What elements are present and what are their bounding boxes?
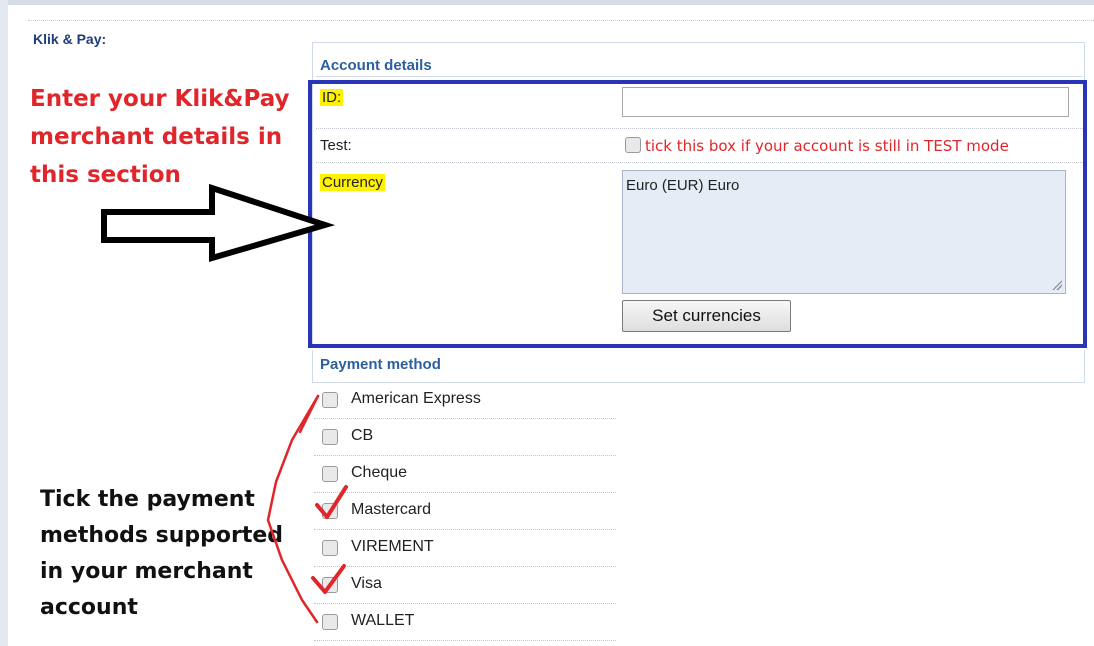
red-checkmark-icon: [311, 564, 346, 594]
annotation-overlay: [101, 183, 348, 624]
arrow-icon: [101, 183, 336, 263]
bracket-icon: [266, 394, 320, 624]
red-checkmark-icon: [315, 485, 348, 519]
